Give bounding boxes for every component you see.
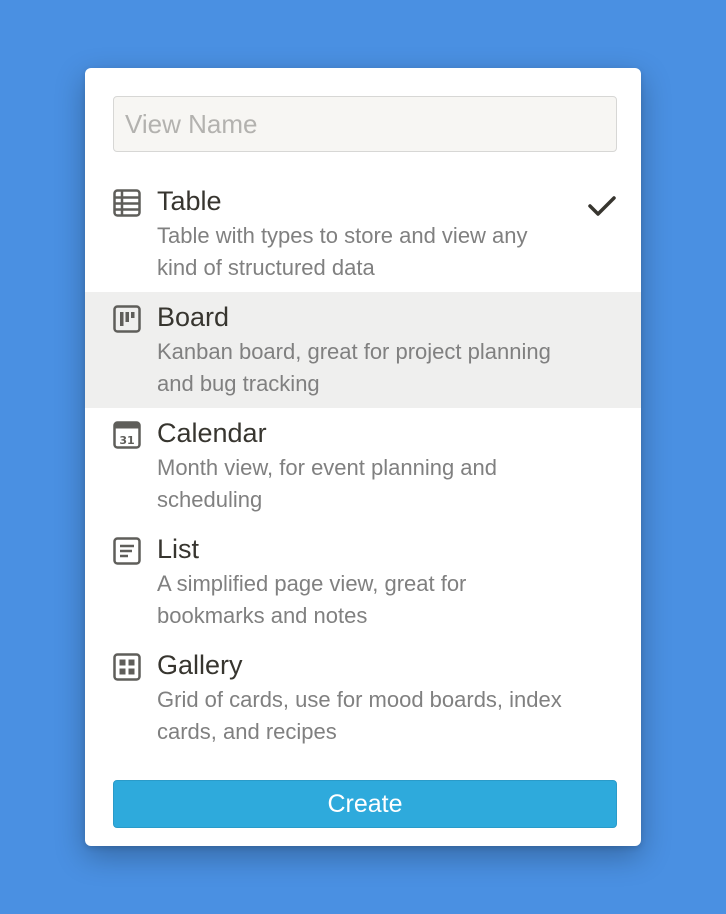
view-option-board[interactable]: Board Kanban board, great for project pl… [85, 292, 641, 408]
view-option-description: Kanban board, great for project planning… [157, 339, 551, 396]
board-icon [113, 305, 141, 333]
new-view-dialog: Table Table with types to store and view… [85, 68, 641, 846]
view-option-title: Board [157, 302, 230, 332]
view-name-input[interactable] [113, 96, 617, 152]
view-option-list[interactable]: List A simplified page view, great for b… [85, 524, 641, 640]
view-type-list: Table Table with types to store and view… [85, 176, 641, 756]
gallery-icon [113, 653, 141, 681]
calendar-icon-day: 31 [119, 434, 134, 447]
view-option-title: Calendar [157, 418, 267, 448]
view-option-title: Gallery [157, 650, 243, 680]
view-option-description: Grid of cards, use for mood boards, inde… [157, 687, 562, 744]
view-option-title: List [157, 534, 200, 564]
view-option-title: Table [157, 186, 222, 216]
view-option-description: Table with types to store and view any k… [157, 223, 528, 280]
calendar-icon: 31 [113, 421, 141, 449]
view-option-table[interactable]: Table Table with types to store and view… [85, 176, 641, 292]
view-option-calendar[interactable]: 31 Calendar Month view, for event planni… [85, 408, 641, 524]
checkmark-icon [587, 194, 617, 218]
view-option-gallery[interactable]: Gallery Grid of cards, use for mood boar… [85, 640, 641, 756]
view-option-description: A simplified page view, great for bookma… [157, 571, 467, 628]
view-option-description: Month view, for event planning and sched… [157, 455, 498, 512]
create-button[interactable]: Create [113, 780, 617, 828]
list-icon [113, 537, 141, 565]
table-icon [113, 189, 141, 217]
